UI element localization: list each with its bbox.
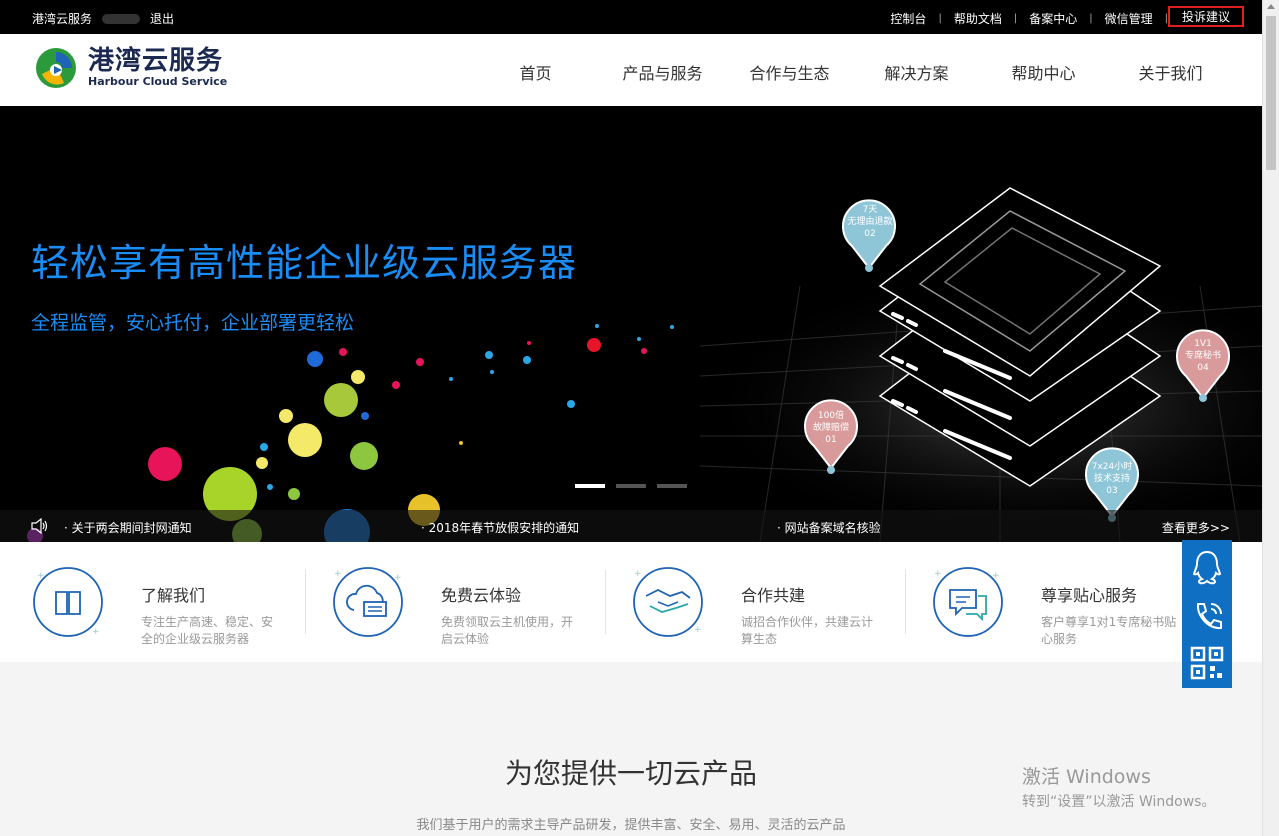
logout-link[interactable]: 退出 (150, 10, 174, 27)
svg-text:+: + (992, 571, 1000, 581)
scroll-up-arrow[interactable] (1267, 4, 1275, 9)
site-logo[interactable]: 港湾云服务 Harbour Cloud Service (34, 46, 227, 90)
pin-support: 7x24小时 技术支持 03 (1091, 462, 1133, 496)
masked-username (102, 13, 141, 24)
qrcode-icon[interactable] (1189, 644, 1225, 684)
slide-dot-1[interactable] (575, 484, 605, 488)
svg-text:+: + (37, 571, 45, 581)
logo-icon (36, 48, 76, 88)
svg-text:+: + (92, 627, 100, 637)
feature-desc: 专注生产高速、稳定、安全的企业级云服务器 (141, 615, 274, 646)
hero-banner[interactable]: 轻松享有高性能企业级云服务器 全程监管，安心托付，企业部署更轻松 7天 无理由退款… (0, 106, 1262, 542)
nav-about[interactable]: 关于我们 (1107, 60, 1234, 84)
windows-watermark: 激活 Windows 转到“设置”以激活 Windows。 (1022, 762, 1215, 811)
banner-subtitle: 全程监管，安心托付，企业部署更轻松 (31, 312, 355, 334)
banner-title: 轻松享有高性能企业级云服务器 (31, 241, 578, 285)
watermark-text: 转到“设置”以激活 Windows。 (1022, 794, 1216, 810)
floating-contact-panel (1182, 540, 1232, 688)
more-notices-link[interactable]: 查看更多>> (1162, 519, 1230, 536)
cloud-server-icon: + + (333, 567, 403, 637)
slide-indicators (575, 484, 687, 488)
logo-subtitle: Harbour Cloud Service (88, 75, 228, 88)
feature-title: 了解我们 (141, 586, 206, 605)
slide-dot-3[interactable] (657, 484, 687, 488)
main-nav: 首页 产品与服务 合作与生态 解决方案 帮助中心 关于我们 (472, 60, 1234, 84)
book-icon: ++ (33, 567, 103, 637)
feature-service[interactable]: + + 尊享贴心服务 客户尊享1对1专席秘书贴心服务 (900, 556, 1200, 646)
wechat-manage-link[interactable]: 微信管理 (1093, 10, 1165, 27)
filing-center-link[interactable]: 备案中心 (1017, 10, 1089, 27)
nav-help[interactable]: 帮助中心 (980, 60, 1107, 84)
notice-item[interactable]: · 2018年春节放假安排的通知 (421, 519, 579, 536)
nav-partners[interactable]: 合作与生态 (726, 60, 853, 84)
pin-secretary: 1V1 专席秘书 04 (1184, 339, 1221, 373)
svg-text:+: + (634, 569, 642, 579)
notice-bar: · 关于两会期间封网通知 · 2018年春节放假安排的通知 · 网站备案域名核验… (0, 510, 1262, 542)
logo-title: 港湾云服务 (88, 46, 224, 76)
pin-compensation: 100倍 故障赔偿 01 (812, 411, 849, 445)
help-docs-link[interactable]: 帮助文档 (942, 10, 1014, 27)
feature-title: 尊享贴心服务 (1041, 586, 1138, 605)
chat-icon: + + (933, 567, 1003, 637)
svg-text:+: + (694, 625, 702, 635)
watermark-title: 激活 Windows (1022, 766, 1151, 788)
features-row: + + 了解我们 专注生产高速、稳定、安全的企业级云服务器 + + 免费云体验 免费… (0, 542, 1262, 662)
feature-title: 合作共建 (741, 586, 806, 605)
svg-text:+: + (334, 569, 342, 579)
notice-item[interactable]: · 关于两会期间封网通知 (64, 519, 192, 536)
header: 港湾云服务 Harbour Cloud Service 首页 产品与服务 合作与… (0, 34, 1262, 106)
nav-solutions[interactable]: 解决方案 (853, 60, 980, 84)
feature-title: 免费云体验 (441, 586, 522, 605)
feature-cooperation[interactable]: + + 合作共建 诚招合作伙伴，共建云计算生态 (600, 556, 906, 646)
brand-link[interactable]: 港湾云服务 (32, 10, 92, 27)
feature-desc: 诚招合作伙伴，共建云计算生态 (741, 615, 874, 646)
feature-trial[interactable]: + + 免费云体验 免费领取云主机使用，开启云体验 (300, 556, 606, 646)
page-scrollbar[interactable] (1262, 0, 1279, 836)
nav-products[interactable]: 产品与服务 (599, 60, 726, 84)
svg-text:+: + (934, 569, 942, 579)
speaker-icon (31, 518, 48, 534)
scrollbar-thumb[interactable] (1266, 16, 1276, 170)
notice-item[interactable]: · 网站备案域名核验 (777, 519, 881, 536)
feature-desc: 客户尊享1对1专席秘书贴心服务 (1041, 615, 1177, 646)
qq-icon[interactable] (1189, 548, 1225, 588)
top-bar: 港湾云服务 退出 控制台 | 帮助文档 | 备案中心 | 微信管理 | 投诉建议 (0, 0, 1262, 34)
svg-text:+: + (394, 573, 402, 583)
slide-dot-2[interactable] (616, 484, 646, 488)
handshake-icon: ++ (633, 567, 703, 637)
console-link[interactable]: 控制台 (878, 10, 938, 27)
section-desc: 我们基于用户的需求主导产品研发，提供丰富、安全、易用、灵活的云产品 (416, 818, 846, 833)
feature-desc: 免费领取云主机使用，开启云体验 (441, 615, 574, 646)
pin-refund: 7天 无理由退款 02 (847, 205, 893, 239)
feature-about[interactable]: + + 了解我们 专注生产高速、稳定、安全的企业级云服务器 (0, 556, 306, 646)
phone-icon[interactable] (1189, 596, 1225, 636)
nav-home[interactable]: 首页 (472, 60, 599, 84)
complaint-link[interactable]: 投诉建议 (1167, 6, 1244, 27)
